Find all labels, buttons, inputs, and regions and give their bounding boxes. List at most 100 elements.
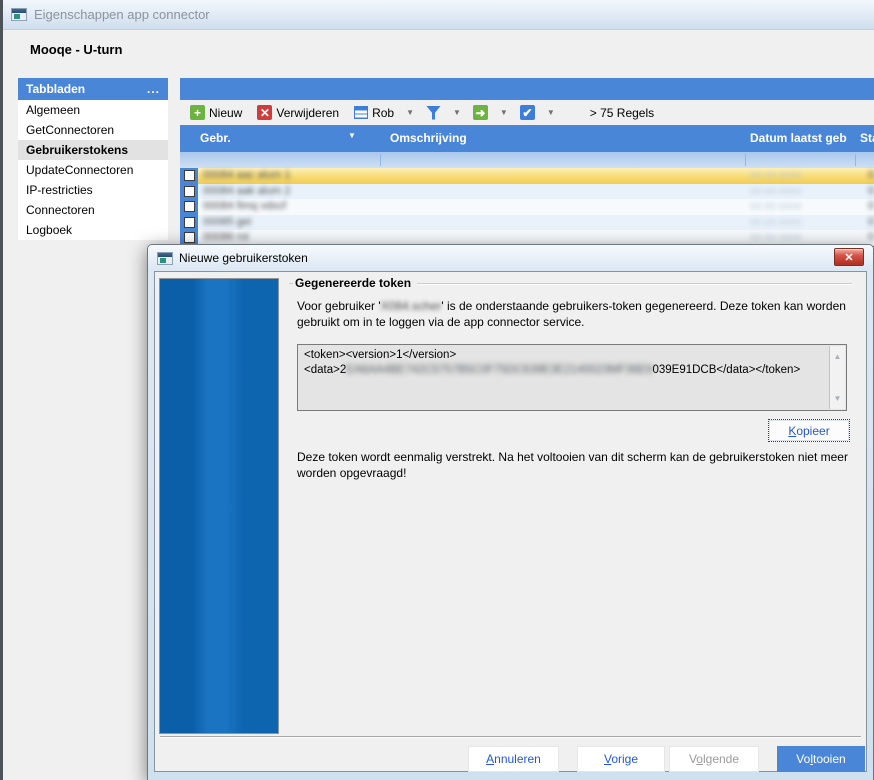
cell-status-redacted: 0 <box>868 168 874 183</box>
row-checkbox[interactable] <box>184 170 195 181</box>
window-left-border <box>0 0 3 780</box>
cell-gebr-redacted: 00084 aac alum 1 <box>198 168 290 184</box>
app-window-icon <box>11 8 27 21</box>
filter-chevron-down-icon[interactable]: ▼ <box>451 108 463 117</box>
groupbox-title: Gegenereerde token <box>295 276 411 290</box>
content-panel: + Nieuw ✕ Verwijderen Rob ▼ ▼ ➜ ▼ ✔ ▼ > … <box>180 78 874 247</box>
new-token-dialog: Nieuwe gebruikerstoken ✕ Gegenereerde to… <box>147 244 874 780</box>
token-text-suffix: 039E91DCB</data></token> <box>652 364 800 376</box>
row-checkbox[interactable] <box>184 232 195 243</box>
intro-text-before: Voor gebruiker ' <box>297 299 381 313</box>
username-redacted: X084.scher <box>381 299 442 313</box>
sort-indicator-icon[interactable]: ▼ <box>348 131 356 140</box>
row-selector-gutter <box>180 215 198 231</box>
select-button[interactable]: ✔ <box>515 103 540 122</box>
window-titlebar: Eigenschappen app connector <box>3 0 874 30</box>
scroll-up-icon[interactable]: ▲ <box>834 349 842 364</box>
filter-funnel-icon <box>426 106 441 120</box>
next-button: Volgende <box>669 746 759 772</box>
row-checkbox[interactable] <box>184 217 195 228</box>
column-header-datum[interactable]: Datum laatst geb <box>750 131 847 145</box>
sidebar-item-getconnectoren[interactable]: GetConnectoren <box>18 120 168 140</box>
previous-button[interactable]: Vorige <box>577 746 665 772</box>
sidebar-item-algemeen[interactable]: Algemeen <box>18 100 168 120</box>
row-checkbox[interactable] <box>184 201 195 212</box>
cell-datum-redacted: xx-xx-xxxx <box>750 215 801 230</box>
cell-status-redacted: 0 <box>868 184 874 199</box>
copy-button-label: opieer <box>796 424 829 438</box>
sidebar-tabs: Tabbladen ... Algemeen GetConnectoren Ge… <box>18 78 168 240</box>
column-divider <box>855 154 856 166</box>
sidebar-menu-button[interactable]: ... <box>147 82 160 96</box>
cell-datum-redacted: xx-xx-xxxx <box>750 230 801 245</box>
token-textarea[interactable]: <token><version>1</version><data>2EA6AA4… <box>297 344 847 411</box>
filter-button[interactable] <box>421 104 446 122</box>
export-chevron-down-icon[interactable]: ▼ <box>498 108 510 117</box>
dialog-titlebar[interactable]: Nieuwe gebruikerstoken <box>148 245 873 271</box>
delete-x-icon: ✕ <box>257 105 272 120</box>
sidebar-header: Tabbladen ... <box>18 78 168 100</box>
cancel-button[interactable]: Annuleren <box>468 746 559 772</box>
cell-gebr-redacted: 00085 gei <box>198 215 251 231</box>
dialog-close-button[interactable]: ✕ <box>834 248 864 266</box>
column-divider <box>380 154 381 166</box>
plus-icon: + <box>190 105 205 120</box>
sidebar-item-updateconnectoren[interactable]: UpdateConnectoren <box>18 160 168 180</box>
delete-button[interactable]: ✕ Verwijderen <box>252 103 344 122</box>
cell-gebr-redacted: 00084 fimq vdxcf <box>198 199 286 215</box>
toolbar: + Nieuw ✕ Verwijderen Rob ▼ ▼ ➜ ▼ ✔ ▼ > … <box>180 100 874 125</box>
cell-status-redacted: 0 <box>868 215 874 230</box>
view-rob-dropdown[interactable]: Rob <box>349 104 399 122</box>
dialog-body: Gegenereerde token Voor gebruiker 'X084.… <box>154 271 867 772</box>
row-selector-gutter <box>180 168 198 184</box>
cell-datum-redacted: xx-xx-xxxx <box>750 199 801 214</box>
cell-datum-redacted: xx-xx-xxxx <box>750 168 801 183</box>
finish-button[interactable]: Voltooien <box>777 746 865 772</box>
scrollbar[interactable]: ▲ ▼ <box>829 346 845 409</box>
token-redacted: EA6AA4BE742C5757B5C0F75DC639E3E2140023MF… <box>346 364 652 376</box>
arrow-right-icon: ➜ <box>473 105 488 120</box>
rob-chevron-down-icon[interactable]: ▼ <box>404 108 416 117</box>
sidebar-item-ip-restricties[interactable]: IP-restricties <box>18 180 168 200</box>
one-time-warning-text: Deze token wordt eenmalig verstrekt. Na … <box>297 449 853 481</box>
export-button[interactable]: ➜ <box>468 103 493 122</box>
column-header-gebr[interactable]: Gebr. <box>200 131 231 145</box>
panel-header-strip <box>180 78 874 100</box>
rob-label: Rob <box>372 106 394 120</box>
sidebar-header-label: Tabbladen <box>26 82 85 96</box>
scroll-down-icon[interactable]: ▼ <box>834 391 842 406</box>
new-button[interactable]: + Nieuw <box>185 103 247 122</box>
table-row[interactable]: 00084 fimq vdxcf xx-xx-xxxx 0 <box>180 199 874 215</box>
table-row[interactable]: 00084 aac alum 1 xx-xx-xxxx 0 <box>180 168 874 184</box>
cell-status-redacted: 0 <box>868 199 874 214</box>
cell-status-redacted: 0 <box>868 230 874 245</box>
table-header: Gebr. ▼ Omschrijving Datum laatst geb St… <box>180 125 874 152</box>
dialog-separator <box>160 736 861 737</box>
table-group-row <box>180 152 874 168</box>
list-view-icon <box>354 106 368 119</box>
table-row[interactable]: 00084 aak alum 2 xx-xx-xxxx 0 <box>180 184 874 200</box>
window-title: Eigenschappen app connector <box>34 7 210 22</box>
delete-button-label: Verwijderen <box>276 106 339 120</box>
groupbox-border <box>289 283 293 284</box>
sidebar-item-gebruikerstokens[interactable]: Gebruikerstokens <box>18 140 168 160</box>
column-header-status[interactable]: Sta <box>860 131 874 145</box>
wizard-side-panel <box>159 278 279 734</box>
checkmark-icon: ✔ <box>520 105 535 120</box>
sidebar-item-connectoren[interactable]: Connectoren <box>18 200 168 220</box>
row-selector-gutter <box>180 199 198 215</box>
table-row[interactable]: 00085 gei xx-xx-xxxx 0 <box>180 215 874 231</box>
groupbox-border <box>417 283 852 284</box>
row-checkbox[interactable] <box>184 186 195 197</box>
rows-count-label: > 75 Regels <box>590 106 654 120</box>
cell-gebr-redacted: 00084 aak alum 2 <box>198 184 290 200</box>
cell-datum-redacted: xx-xx-xxxx <box>750 184 801 199</box>
sidebar-item-logboek[interactable]: Logboek <box>18 220 168 240</box>
copy-button[interactable]: Kopieer <box>768 419 850 442</box>
column-header-omschrijving[interactable]: Omschrijving <box>390 131 467 145</box>
select-chevron-down-icon[interactable]: ▼ <box>545 108 557 117</box>
dialog-title: Nieuwe gebruikerstoken <box>179 251 308 265</box>
row-selector-gutter <box>180 184 198 200</box>
new-button-label: Nieuw <box>209 106 242 120</box>
page-heading: Mooqe - U-turn <box>30 42 122 57</box>
